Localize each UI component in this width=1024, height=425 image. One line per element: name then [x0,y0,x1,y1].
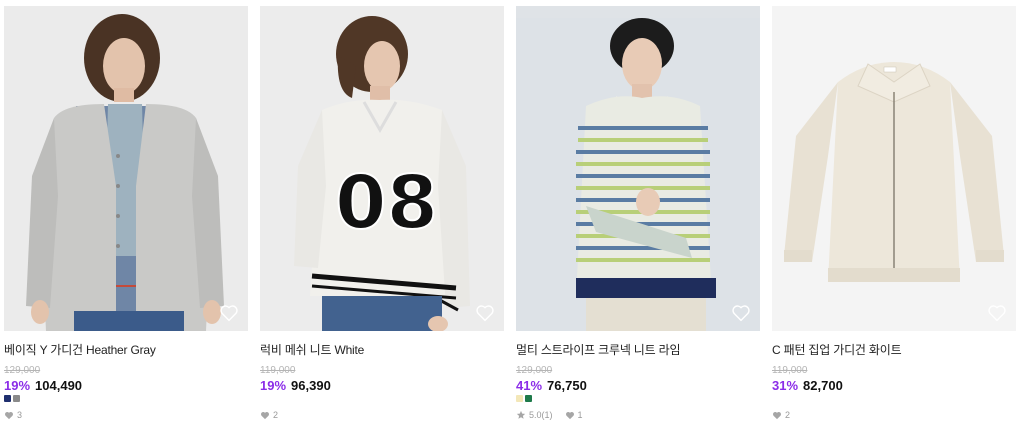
product-image[interactable]: 08 [260,6,504,331]
discount-rate: 31% [772,378,799,393]
product-image[interactable] [4,6,248,331]
price-row: 41% 76,750 [516,378,760,393]
product-photo-rugby-knit: 08 [260,6,504,331]
color-swatch-cream [516,395,523,402]
like-count: 3 [17,410,23,420]
sale-price: 76,750 [547,378,587,393]
product-card[interactable]: 멀티 스트라이프 크루넥 니트 라임 129,000 41% 76,750 5.… [516,6,760,420]
original-price: 129,000 [4,365,41,376]
product-card[interactable]: C 패턴 집업 가디건 화이트 119,000 31% 82,700 2 [772,6,1016,420]
original-price: 119,000 [260,365,296,376]
product-name[interactable]: 럭비 메쉬 니트 White [260,341,504,358]
product-photo-zipup-cardigan [772,6,1016,331]
price-row: 31% 82,700 [772,378,1016,393]
heart-filled-icon [565,411,574,419]
discount-rate: 41% [516,378,543,393]
product-meta: 2 [260,410,504,420]
product-card[interactable]: 베이직 Y 가디건 Heather Gray 129,000 19% 104,4… [4,6,248,420]
color-swatch-gray [13,395,20,402]
like-count: 2 [273,410,279,420]
product-image[interactable] [772,6,1016,331]
rating: 5.0(1) [529,410,553,420]
product-meta: 3 [4,410,248,420]
product-image[interactable] [516,6,760,331]
price-row: 19% 104,490 [4,378,248,393]
product-grid: 베이직 Y 가디건 Heather Gray 129,000 19% 104,4… [4,6,1016,420]
product-name[interactable]: 베이직 Y 가디건 Heather Gray [4,341,248,358]
like-count: 2 [785,410,791,420]
heart-filled-icon [5,411,13,419]
product-name[interactable]: 멀티 스트라이프 크루넥 니트 라임 [516,341,760,358]
wishlist-heart-icon[interactable] [475,304,495,322]
color-swatch-navy [4,395,11,402]
color-swatches-empty [772,395,1016,404]
star-icon [516,410,526,419]
product-meta: 5.0(1) 1 [516,410,760,420]
svg-text:08: 08 [335,160,438,246]
sale-price: 96,390 [291,378,331,393]
original-price: 129,000 [516,365,553,376]
sale-price: 104,490 [35,378,83,393]
color-swatches [4,395,248,404]
wishlist-heart-icon[interactable] [219,304,239,322]
wishlist-heart-icon[interactable] [987,304,1007,322]
product-meta: 2 [772,410,1016,420]
product-name[interactable]: C 패턴 집업 가디건 화이트 [772,341,1016,358]
sale-price: 82,700 [803,378,843,393]
like-count: 1 [577,410,583,420]
wishlist-heart-icon[interactable] [731,304,751,322]
product-photo-stripe-knit [516,6,760,331]
color-swatches-empty [260,395,504,404]
color-swatch-green [525,395,532,402]
original-price: 119,000 [772,365,808,376]
product-photo-gray-cardigan [4,6,248,331]
color-swatches [516,395,760,404]
product-card[interactable]: 08 럭비 메쉬 니트 White 119,000 19% 96,390 2 [260,6,504,420]
discount-rate: 19% [260,378,287,393]
discount-rate: 19% [4,378,31,393]
heart-filled-icon [261,411,269,419]
heart-filled-icon [773,411,781,419]
price-row: 19% 96,390 [260,378,504,393]
